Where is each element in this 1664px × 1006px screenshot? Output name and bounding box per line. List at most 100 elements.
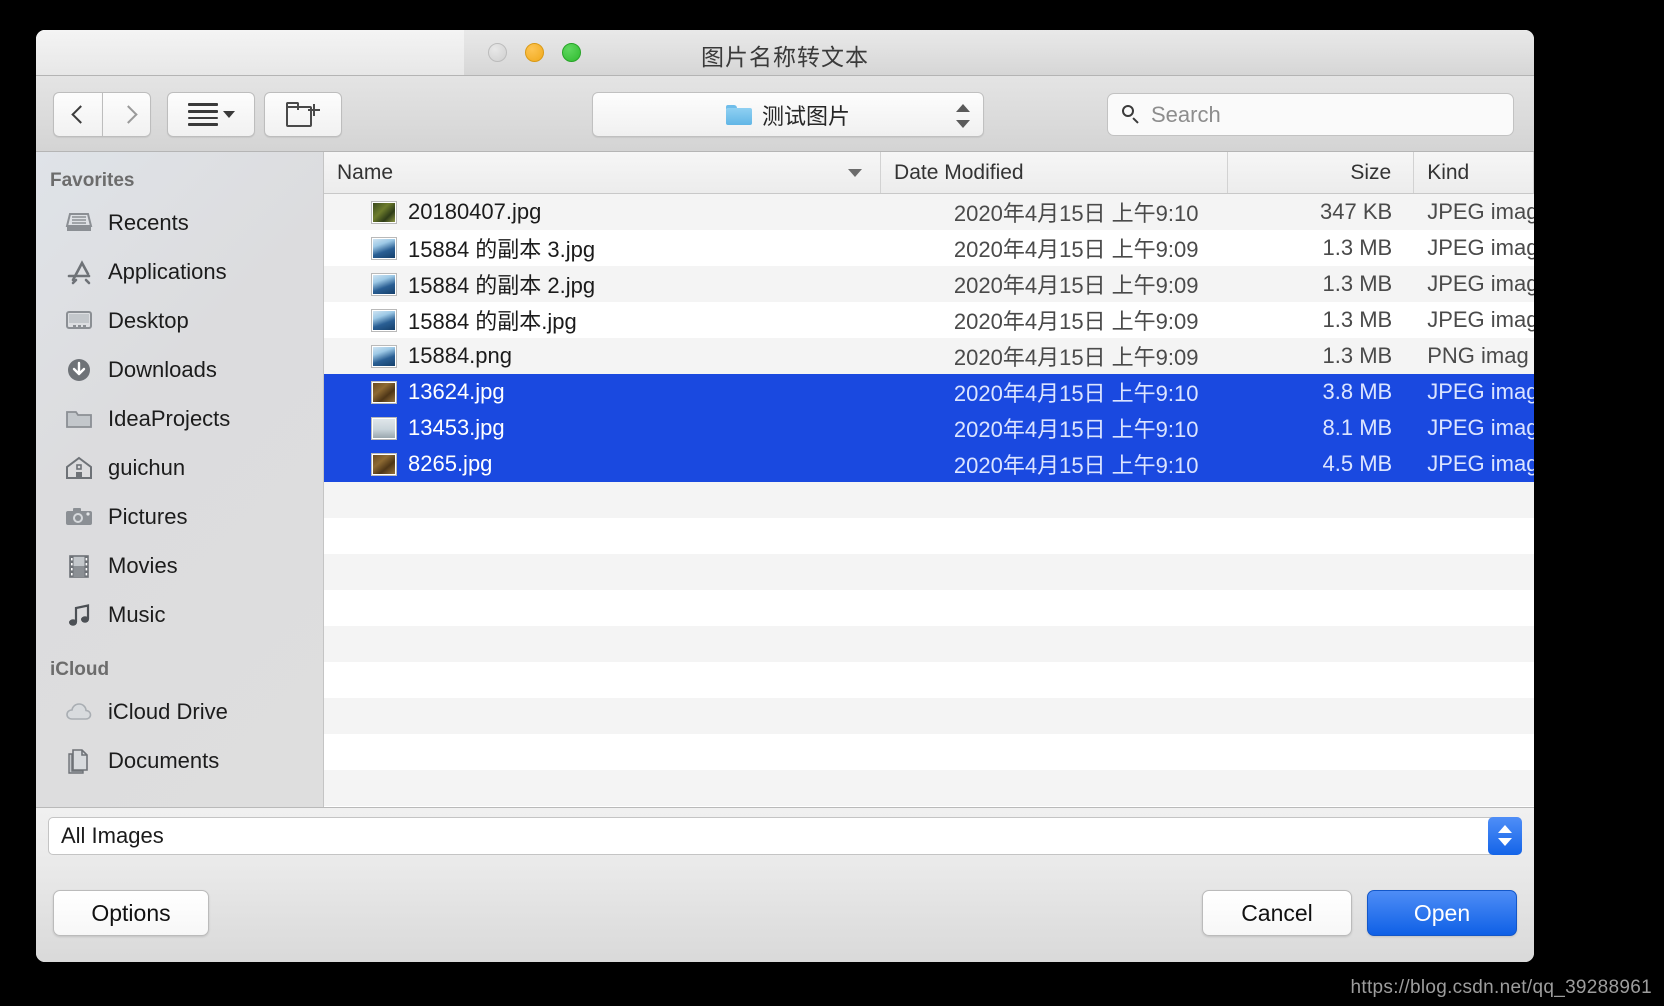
file-date-cell: 2020年4月15日 上午9:10: [953, 201, 1199, 226]
file-list: Name Date Modified Size Kind 20180407.jp…: [324, 152, 1534, 807]
sidebar-item-label: Movies: [108, 552, 178, 578]
empty-row[interactable]: [324, 518, 1534, 554]
folder-icon: [725, 104, 752, 125]
file-name-cell: 15884 的副本 3.jpg: [324, 232, 881, 264]
file-date-cell: 2020年4月15日 上午9:09: [953, 345, 1199, 370]
table-row[interactable]: 13453.jpg 2020年4月15日 上午9:10 8.1 MB JPEG ima…: [324, 410, 1534, 446]
window-title: 图片名称转文本: [701, 44, 869, 70]
table-row[interactable]: 20180407.jpg 2020年4月15日 上午9:10 347 KB JPEG …: [324, 194, 1534, 230]
list-view-icon: [187, 99, 218, 129]
sidebar-item-downloads[interactable]: Downloads: [36, 345, 323, 394]
file-kind-cell: PNG imag: [1427, 343, 1529, 368]
file-size-cell: 1.3 MB: [1322, 307, 1393, 332]
table-row[interactable]: 15884 的副本.jpg 2020年4月15日 上午9:09 1.3 MB JPEG…: [324, 302, 1534, 338]
file-name-label: 13624.jpg: [408, 379, 505, 404]
chevron-right-icon: [120, 104, 133, 126]
sidebar-item-guichun[interactable]: guichun: [36, 443, 323, 492]
file-thumbnail-icon: [372, 453, 396, 475]
file-type-filter-value: All Images: [61, 822, 164, 848]
sidebar-item-label: Music: [108, 601, 166, 627]
file-type-filter-bar: All Images: [36, 807, 1534, 863]
path-popup-button[interactable]: 测试图片: [592, 92, 984, 137]
open-button[interactable]: Open: [1367, 890, 1517, 936]
sidebar-item-desktop[interactable]: Desktop: [36, 296, 323, 345]
music-note-icon: [64, 602, 94, 628]
forward-button[interactable]: [102, 92, 151, 137]
file-kind-cell: JPEG imag: [1427, 379, 1534, 404]
downloads-icon: [64, 357, 94, 383]
file-date-cell: 2020年4月15日 上午9:10: [953, 453, 1199, 478]
column-header-kind[interactable]: Kind: [1414, 152, 1534, 193]
sidebar-item-documents[interactable]: Documents: [36, 736, 323, 785]
sidebar-section-icloud-title: iCloud: [50, 659, 110, 680]
sidebar: Favorites Recents Applications Desktop D…: [36, 152, 324, 807]
table-row[interactable]: 15884 的副本 2.jpg 2020年4月15日 上午9:09 1.3 MB JP…: [324, 266, 1534, 302]
file-size-cell: 3.8 MB: [1322, 379, 1393, 404]
file-type-filter-select[interactable]: All Images: [48, 816, 1522, 855]
sidebar-item-applications[interactable]: Applications: [36, 247, 323, 296]
file-rows: 20180407.jpg 2020年4月15日 上午9:10 347 KB JPEG …: [324, 194, 1534, 807]
file-name-cell: 15884 的副本 2.jpg: [324, 268, 881, 300]
column-header-date-modified[interactable]: Date Modified: [881, 152, 1229, 193]
chevron-down-icon: [848, 169, 863, 177]
traffic-light-group: [488, 43, 581, 62]
table-row[interactable]: 13624.jpg 2020年4月15日 上午9:10 3.8 MB JPEG ima…: [324, 374, 1534, 410]
empty-row[interactable]: [324, 482, 1534, 518]
file-date-cell: 2020年4月15日 上午9:09: [953, 309, 1199, 334]
column-header-name[interactable]: Name: [324, 152, 882, 193]
open-file-dialog: 图片名称转文本 测试图片 Search Favorites Recents Ap…: [36, 30, 1534, 962]
file-kind-cell: JPEG imag: [1427, 199, 1534, 224]
sidebar-item-icloud-drive[interactable]: iCloud Drive: [36, 687, 323, 736]
file-size-cell: 8.1 MB: [1322, 415, 1393, 440]
file-thumbnail-icon: [372, 417, 396, 439]
file-name-cell: 15884.png: [324, 343, 881, 369]
new-folder-icon: [286, 101, 320, 128]
empty-row[interactable]: [324, 662, 1534, 698]
back-button[interactable]: [53, 92, 102, 137]
applications-icon: [64, 259, 94, 285]
empty-row[interactable]: [324, 770, 1534, 806]
sidebar-item-label: iCloud Drive: [108, 698, 228, 724]
file-name-label: 15884.png: [408, 343, 512, 368]
maximize-button-icon[interactable]: [562, 43, 581, 62]
file-thumbnail-icon: [372, 381, 396, 403]
minimize-button-icon[interactable]: [525, 43, 544, 62]
search-input[interactable]: Search: [1107, 93, 1514, 136]
toolbar: 测试图片 Search: [36, 76, 1534, 152]
desktop-icon: [64, 308, 94, 334]
empty-row[interactable]: [324, 590, 1534, 626]
current-folder-label: 测试图片: [761, 103, 850, 129]
filter-stepper-icon[interactable]: [1488, 816, 1522, 855]
file-thumbnail-icon: [372, 201, 396, 223]
empty-row[interactable]: [324, 626, 1534, 662]
empty-row[interactable]: [324, 554, 1534, 590]
empty-row[interactable]: [324, 806, 1534, 807]
file-name-cell: 15884 的副本.jpg: [324, 304, 881, 336]
empty-row[interactable]: [324, 698, 1534, 734]
table-row[interactable]: 15884 的副本 3.jpg 2020年4月15日 上午9:09 1.3 MB JP…: [324, 230, 1534, 266]
recents-icon: [64, 210, 94, 236]
sidebar-item-music[interactable]: Music: [36, 590, 323, 639]
column-header-size[interactable]: Size: [1228, 152, 1415, 193]
sidebar-section-favorites-title: Favorites: [50, 170, 135, 191]
sidebar-item-label: guichun: [108, 454, 186, 480]
new-folder-button[interactable]: [264, 92, 342, 137]
cancel-button[interactable]: Cancel: [1202, 890, 1352, 936]
home-icon: [64, 455, 94, 481]
title-bar[interactable]: 图片名称转文本: [36, 30, 1534, 76]
camera-icon: [64, 504, 94, 530]
documents-icon: [64, 748, 94, 774]
sidebar-item-recents[interactable]: Recents: [36, 198, 323, 247]
file-thumbnail-icon: [372, 273, 396, 295]
path-stepper-icon[interactable]: [956, 104, 970, 128]
table-row[interactable]: 15884.png 2020年4月15日 上午9:09 1.3 MB PNG imag: [324, 338, 1534, 374]
options-button[interactable]: Options: [53, 890, 209, 936]
empty-row[interactable]: [324, 734, 1534, 770]
table-row[interactable]: 8265.jpg 2020年4月15日 上午9:10 4.5 MB JPEG imag: [324, 446, 1534, 482]
sidebar-item-ideaprojects[interactable]: IdeaProjects: [36, 394, 323, 443]
sidebar-item-pictures[interactable]: Pictures: [36, 492, 323, 541]
chevron-down-icon: [222, 111, 235, 118]
view-options-button[interactable]: [167, 92, 255, 137]
sidebar-item-movies[interactable]: Movies: [36, 541, 323, 590]
close-button-icon[interactable]: [488, 43, 507, 62]
